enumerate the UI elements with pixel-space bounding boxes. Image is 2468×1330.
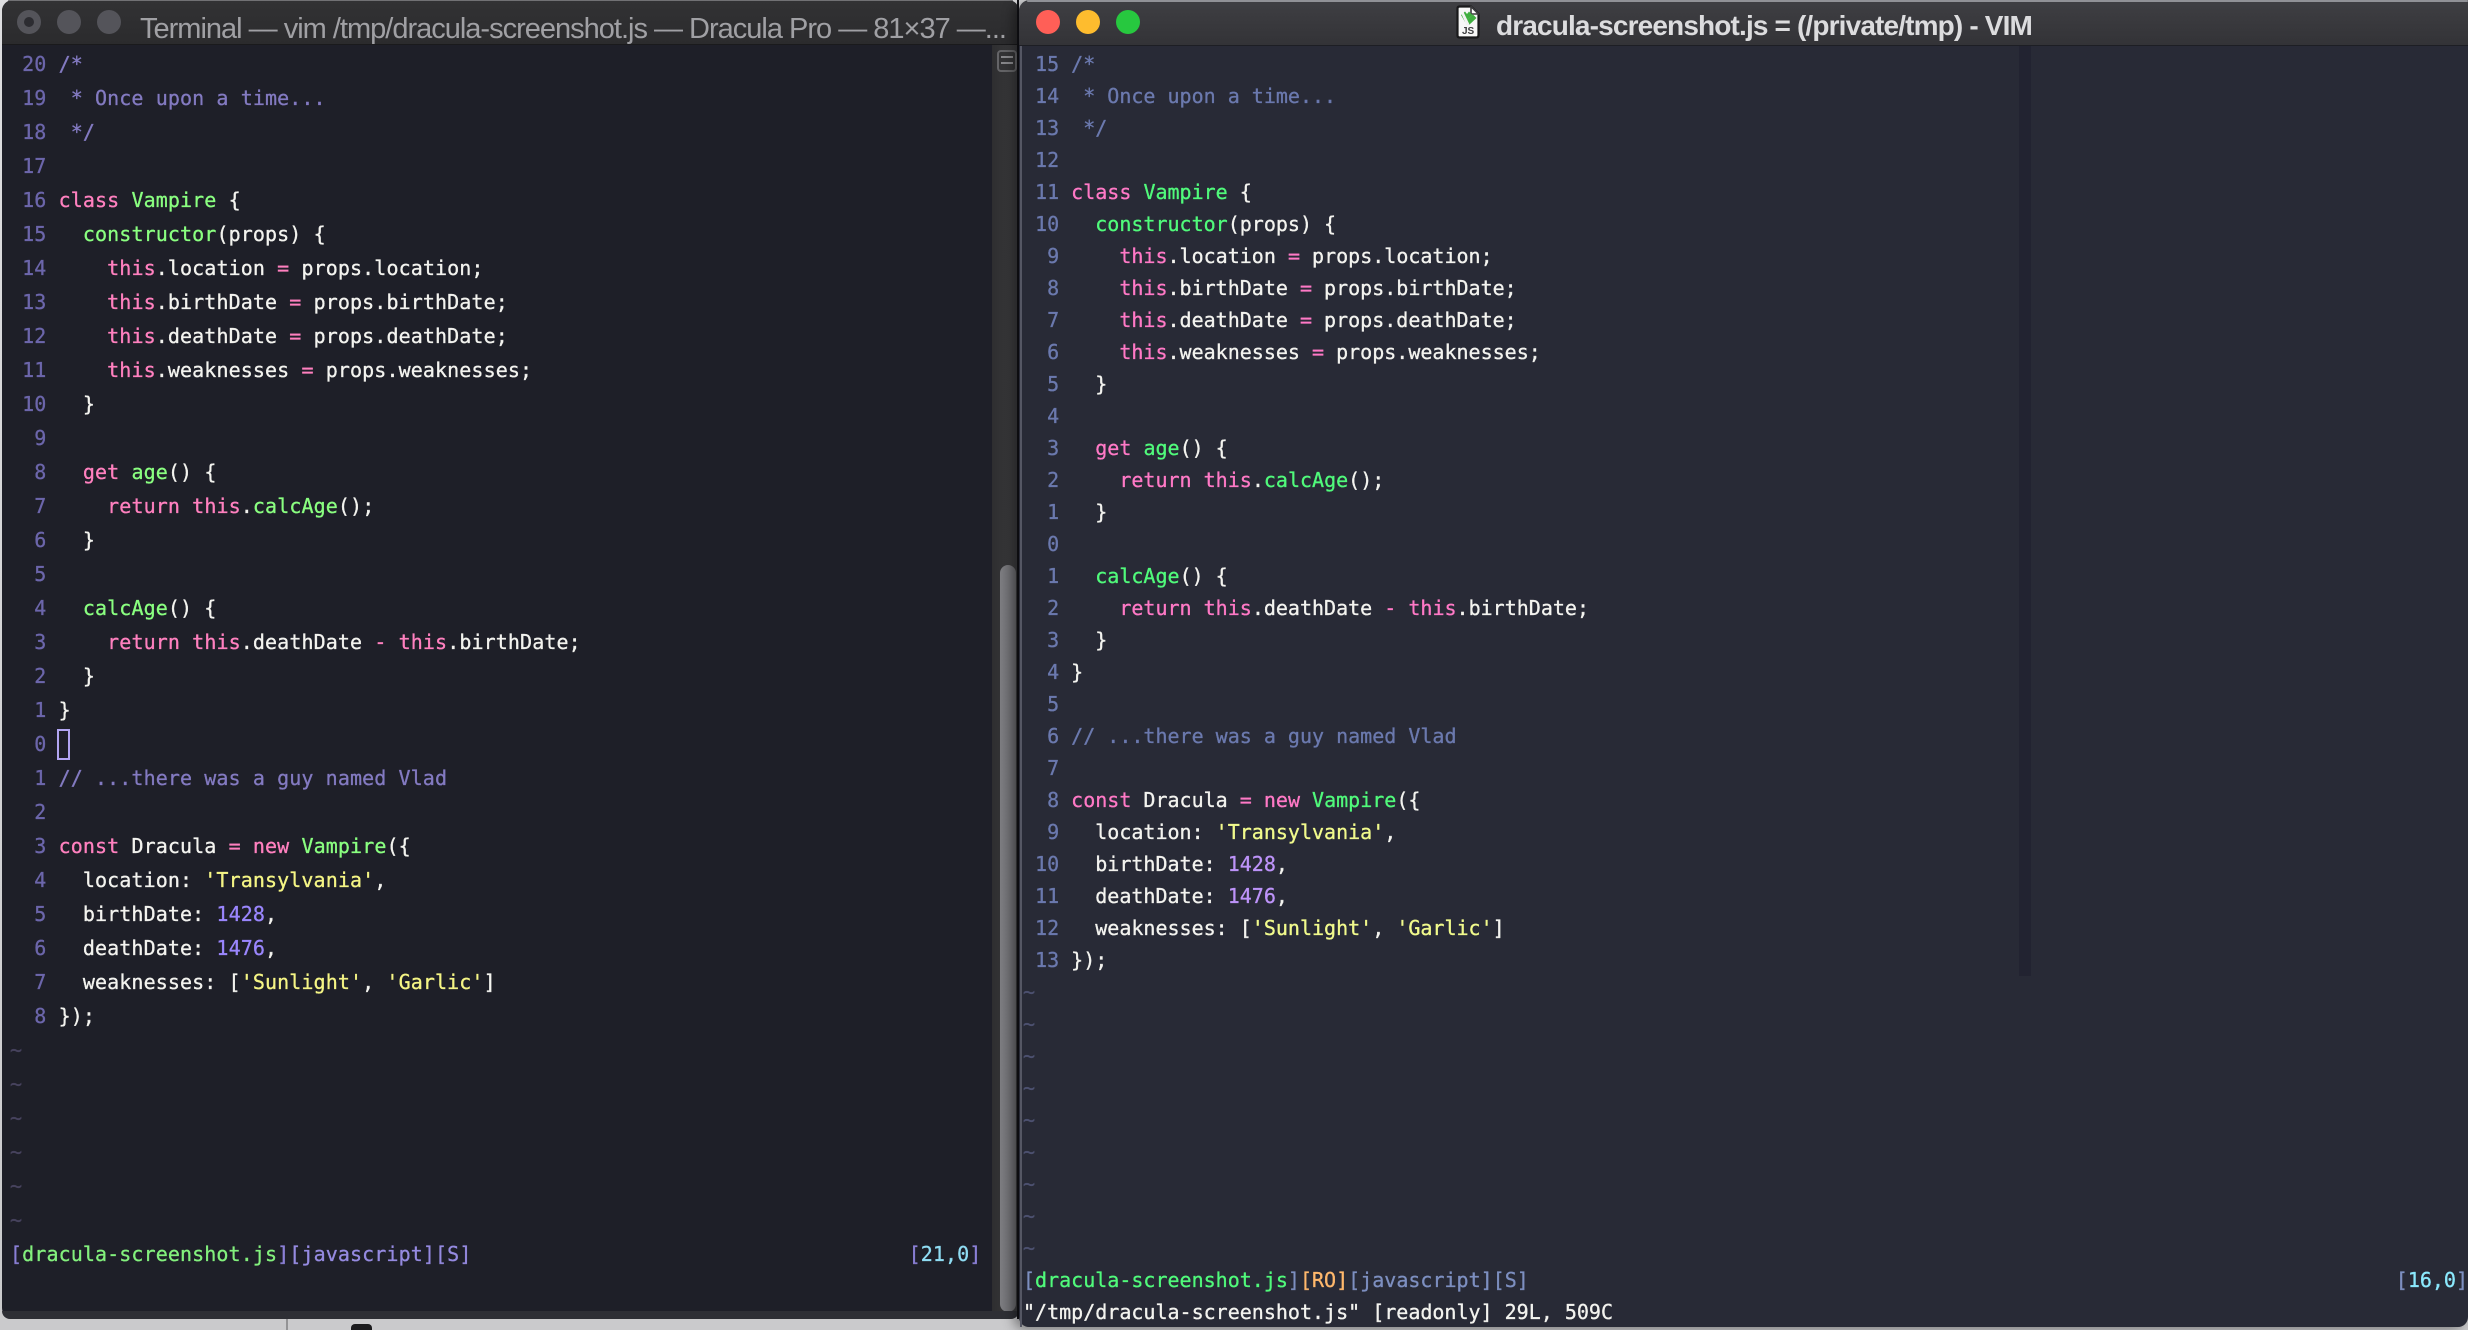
svg-text:JS: JS xyxy=(1462,26,1475,37)
